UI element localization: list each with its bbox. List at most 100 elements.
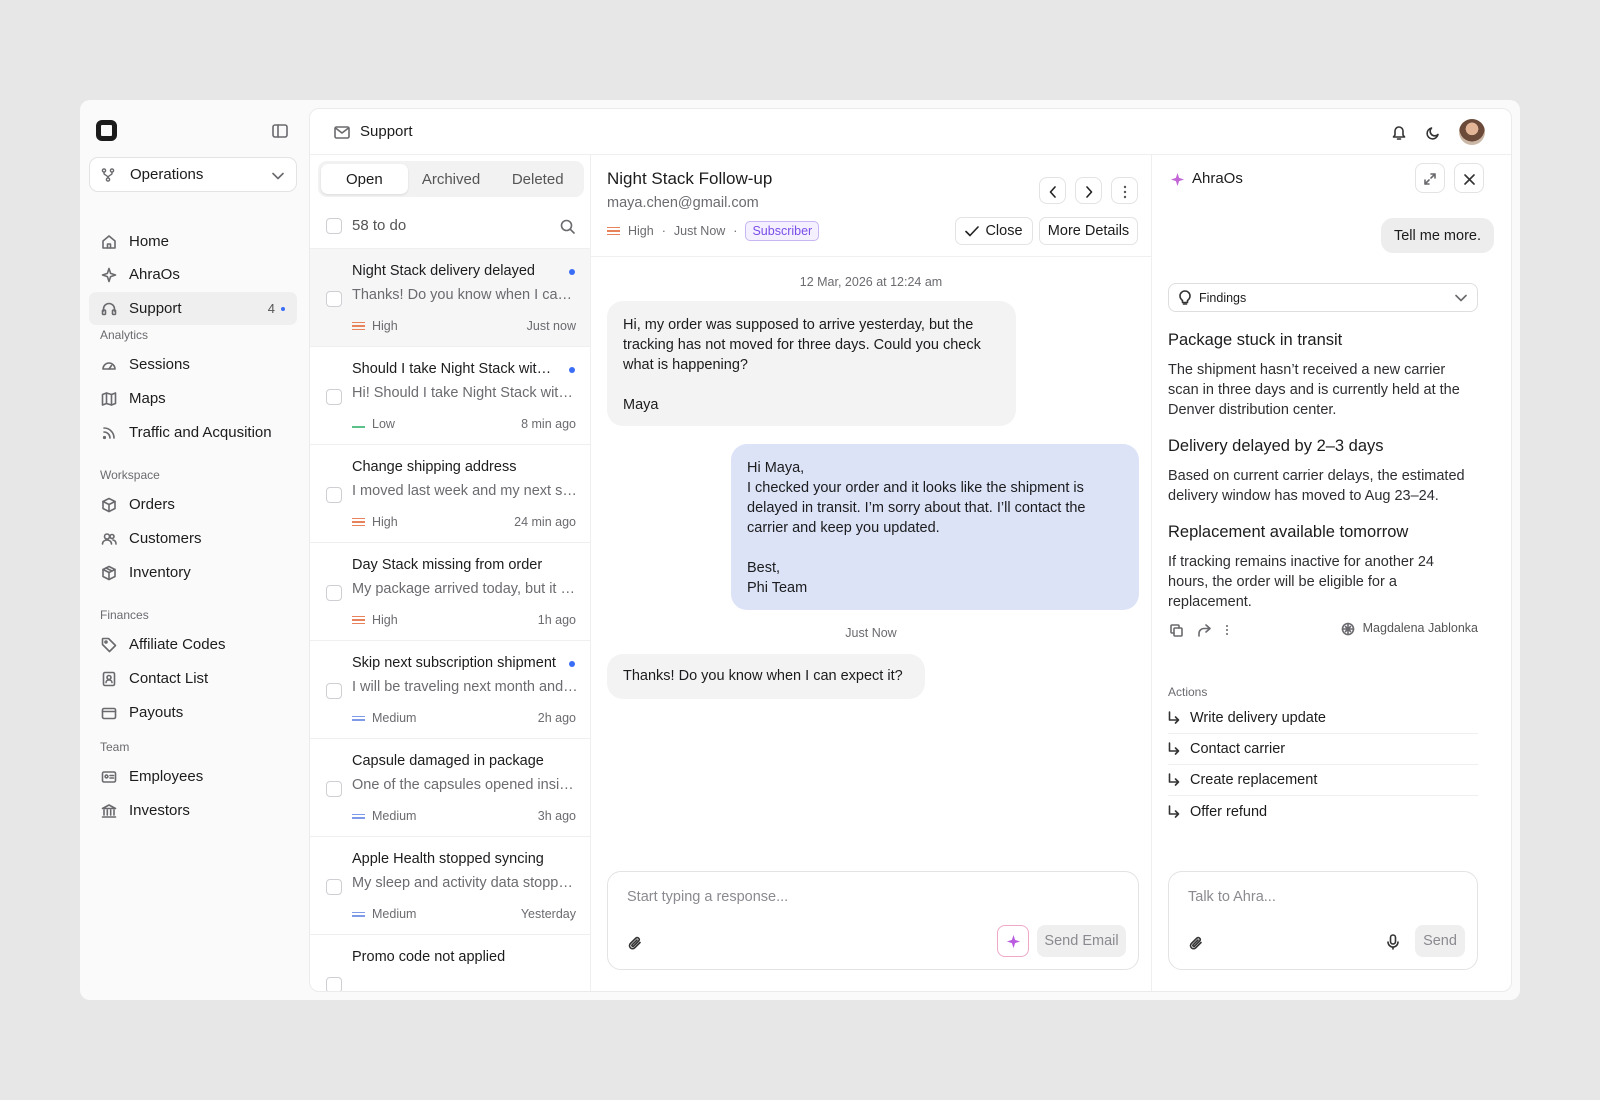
- sidebar-item-employees[interactable]: Employees: [89, 760, 297, 793]
- more-details-button[interactable]: More Details: [1039, 217, 1138, 245]
- sidebar-item-label: Orders: [129, 496, 175, 513]
- workspace-selector[interactable]: Operations: [89, 157, 297, 192]
- close-panel-button[interactable]: [1454, 163, 1484, 193]
- sidebar-item-affiliate-codes[interactable]: Affiliate Codes: [89, 628, 297, 661]
- reply-composer[interactable]: Start typing a response... Send Email: [607, 871, 1139, 970]
- map-icon: [101, 391, 119, 407]
- tab-open[interactable]: Open: [321, 164, 408, 194]
- thread-title: Skip next subscription shipment: [352, 655, 556, 671]
- mail-icon: [334, 123, 350, 140]
- tab-deleted[interactable]: Deleted: [494, 164, 581, 194]
- more-options-button[interactable]: [1111, 177, 1138, 204]
- sidebar-item-investors[interactable]: Investors: [89, 794, 297, 827]
- sidebar-item-label: Payouts: [129, 704, 184, 721]
- action-item[interactable]: Contact carrier: [1168, 734, 1478, 765]
- tab-archived[interactable]: Archived: [408, 164, 495, 194]
- section-title-finances: Finances: [100, 608, 149, 622]
- thread-item[interactable]: Promo code not applied: [310, 935, 590, 991]
- action-item[interactable]: Create replacement: [1168, 765, 1478, 796]
- reply-input[interactable]: Start typing a response...: [627, 889, 788, 905]
- conversation-time: Just Now: [673, 224, 726, 238]
- sidebar-toggle-icon[interactable]: [272, 122, 288, 139]
- attach-icon[interactable]: [1189, 934, 1203, 951]
- sidebar-item-maps[interactable]: Maps: [89, 382, 297, 415]
- openai-icon: [1341, 621, 1355, 636]
- sidebar-item-payouts[interactable]: Payouts: [89, 696, 297, 729]
- microphone-icon[interactable]: [1387, 933, 1399, 951]
- sidebar-item-home[interactable]: Home: [89, 225, 297, 258]
- thread-checkbox[interactable]: [326, 291, 342, 307]
- sidebar-item-label: AhraOs: [129, 266, 180, 283]
- sidebar-item-contact-list[interactable]: Contact List: [89, 662, 297, 695]
- rss-icon: [101, 425, 119, 441]
- section-title-team: Team: [100, 740, 130, 754]
- actions-list: Write delivery update Contact carrier Cr…: [1168, 703, 1478, 827]
- action-item[interactable]: Write delivery update: [1168, 703, 1478, 734]
- thread-item[interactable]: Capsule damaged in package One of the cap…: [310, 739, 590, 837]
- sidebar-item-sessions[interactable]: Sessions: [89, 348, 297, 381]
- select-all-checkbox[interactable]: [326, 217, 342, 234]
- thread-item[interactable]: Day Stack missing from order My package a…: [310, 543, 590, 641]
- thread-item[interactable]: Skip next subscription shipment I will be…: [310, 641, 590, 739]
- unread-dot: [569, 269, 575, 275]
- thread-title: Change shipping address: [352, 459, 517, 475]
- thread-checkbox[interactable]: [326, 977, 342, 991]
- sidebar: Operations Home AhraOs Support 4 Analyti…: [80, 100, 310, 1000]
- expand-icon: [1424, 170, 1436, 186]
- thread-item[interactable]: Should I take Night Stack with food? Hi! …: [310, 347, 590, 445]
- assistant-composer[interactable]: Talk to Ahra... Send: [1168, 871, 1478, 970]
- thread-checkbox[interactable]: [326, 389, 342, 405]
- thread-time: 1h ago: [537, 613, 576, 627]
- close-label: Close: [985, 223, 1023, 239]
- thread-checkbox[interactable]: [326, 879, 342, 895]
- thread-item[interactable]: Change shipping address I moved last week…: [310, 445, 590, 543]
- sidebar-item-inventory[interactable]: Inventory: [89, 556, 297, 589]
- author-name: Magdalena Jablonka: [1362, 621, 1478, 636]
- expand-button[interactable]: [1415, 163, 1445, 193]
- attach-icon[interactable]: [628, 934, 642, 951]
- thread-preview: I moved last week and my next shipment..…: [352, 483, 578, 499]
- action-label: Write delivery update: [1190, 710, 1326, 726]
- share-icon[interactable]: [1197, 621, 1211, 637]
- thread-preview: One of the capsules opened inside the bo…: [352, 777, 578, 793]
- sidebar-item-customers[interactable]: Customers: [89, 522, 297, 555]
- status-tabs: Open Archived Deleted: [318, 161, 584, 197]
- sidebar-item-orders[interactable]: Orders: [89, 488, 297, 521]
- avatar[interactable]: [1459, 119, 1485, 145]
- assistant-input[interactable]: Talk to Ahra...: [1188, 889, 1276, 905]
- thread-checkbox[interactable]: [326, 487, 342, 503]
- thread-checkbox[interactable]: [326, 683, 342, 699]
- chevron-down-icon: [1455, 291, 1467, 305]
- findings-dropdown[interactable]: Findings: [1168, 283, 1478, 312]
- thread-preview: My package arrived today, but it is miss…: [352, 581, 578, 597]
- action-item[interactable]: Offer refund: [1168, 796, 1478, 827]
- bell-icon[interactable]: [1391, 123, 1407, 141]
- sidebar-item-support[interactable]: Support 4: [89, 292, 297, 325]
- ai-assist-button[interactable]: [997, 925, 1029, 957]
- response-author: Magdalena Jablonka: [1341, 621, 1478, 636]
- thread-item[interactable]: Night Stack delivery delayed Thanks! Do y…: [310, 249, 590, 347]
- priority-high-icon: [352, 321, 365, 331]
- close-ticket-button[interactable]: Close: [955, 217, 1033, 245]
- more-vertical-icon[interactable]: [1225, 621, 1229, 637]
- search-icon[interactable]: [560, 217, 575, 234]
- sidebar-item-traffic[interactable]: Traffic and Acqusition: [89, 416, 297, 449]
- copy-icon[interactable]: [1170, 621, 1183, 637]
- priority-high-icon: [352, 517, 365, 527]
- sidebar-item-ahraos[interactable]: AhraOs: [89, 258, 297, 291]
- next-button[interactable]: [1075, 177, 1102, 204]
- response-toolbar: [1170, 621, 1229, 637]
- send-button[interactable]: Send: [1415, 925, 1465, 957]
- bank-icon: [101, 803, 119, 819]
- sidebar-item-label: Investors: [129, 802, 190, 819]
- theme-toggle-icon[interactable]: [1425, 123, 1441, 140]
- thread-checkbox[interactable]: [326, 585, 342, 601]
- send-email-button[interactable]: Send Email: [1037, 925, 1126, 957]
- previous-button[interactable]: [1039, 177, 1066, 204]
- unread-dot: [569, 661, 575, 667]
- thread-item[interactable]: Apple Health stopped syncing My sleep and…: [310, 837, 590, 935]
- thread-checkbox[interactable]: [326, 781, 342, 797]
- thread-title: Should I take Night Stack with food?: [352, 361, 558, 377]
- chevron-right-icon: [1085, 183, 1093, 199]
- priority-high-icon: [352, 615, 365, 625]
